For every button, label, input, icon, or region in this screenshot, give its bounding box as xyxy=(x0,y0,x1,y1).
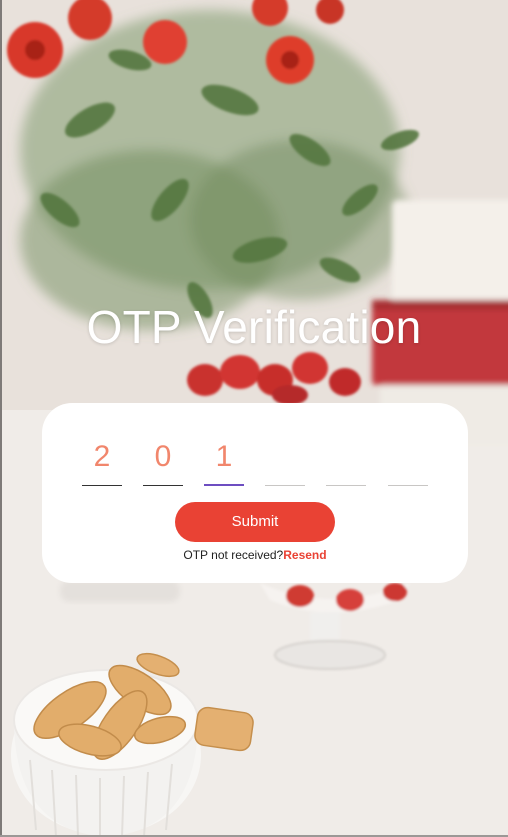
otp-digit-5[interactable] xyxy=(326,433,366,486)
submit-button[interactable]: Submit xyxy=(175,502,335,542)
otp-not-received-text: OTP not received? xyxy=(183,548,284,562)
otp-card: 2 0 1 Submit OTP not received?Resend xyxy=(42,403,468,583)
resend-row: OTP not received?Resend xyxy=(42,548,468,562)
otp-digit-3[interactable]: 1 xyxy=(204,433,244,486)
otp-input-row: 2 0 1 xyxy=(82,433,428,486)
otp-digit-1[interactable]: 2 xyxy=(82,433,122,486)
otp-digit-4[interactable] xyxy=(265,433,305,486)
otp-digit-6[interactable] xyxy=(388,433,428,486)
otp-digit-2[interactable]: 0 xyxy=(143,433,183,486)
resend-link[interactable]: Resend xyxy=(283,548,326,562)
window-left-edge xyxy=(0,0,2,837)
page-title: OTP Verification xyxy=(86,301,422,353)
